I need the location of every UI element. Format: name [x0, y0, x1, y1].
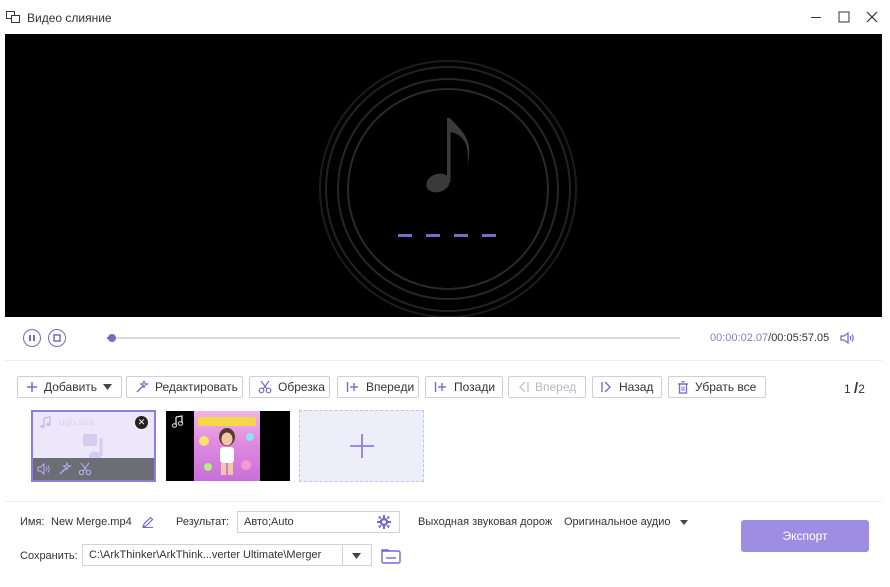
plus-icon — [27, 382, 37, 392]
merge-app-icon — [6, 11, 20, 23]
music-note-icon — [426, 118, 470, 193]
add-clip-button[interactable] — [299, 410, 424, 482]
playback-controls: 00:00:02.07/00:05:57.05 — [0, 318, 890, 360]
chevron-down-icon[interactable] — [103, 384, 113, 390]
add-button-label: Добавить — [44, 380, 98, 394]
audio-track-select[interactable]: Оригинальное аудио — [555, 511, 688, 533]
result-format-field[interactable]: Авто;Auto — [237, 511, 400, 533]
audio-track-value: Оригинальное аудио — [564, 516, 671, 528]
clip-strip: ugo.ssa ✕ — [0, 410, 890, 482]
remove-all-label: Убрать все — [695, 380, 757, 394]
total-time: 00:05:57.05 — [771, 332, 830, 344]
audio-track-label: Выходная звуковая дорожк — [418, 516, 552, 528]
scissors-icon[interactable] — [78, 462, 92, 476]
remove-clip-button[interactable]: ✕ — [135, 416, 148, 429]
insert-after-label: Позади — [454, 380, 496, 394]
save-path-value: C:\ArkThinker\ArkThink...verter Ultimate… — [89, 549, 322, 561]
trim-button[interactable]: Обрезка — [249, 376, 330, 398]
result-label: Результат: — [176, 516, 230, 528]
save-path-field[interactable]: C:\ArkThinker\ArkThink...verter Ultimate… — [82, 544, 372, 566]
minimize-button[interactable] — [806, 8, 826, 26]
divider — [342, 545, 343, 565]
stop-icon — [53, 334, 61, 342]
output-name: New Merge.mp4 — [51, 516, 132, 528]
folder-icon[interactable] — [381, 548, 401, 564]
music-note-icon — [40, 416, 51, 429]
gear-icon[interactable] — [377, 515, 391, 529]
plus-icon — [349, 434, 374, 458]
scissors-icon — [258, 380, 272, 394]
clip-name: ugo.ssa — [59, 417, 95, 428]
arrow-left-icon — [519, 381, 529, 393]
maximize-button[interactable] — [834, 8, 854, 26]
clip-item-2[interactable] — [166, 411, 290, 481]
pencil-icon[interactable] — [142, 516, 154, 528]
move-forward-button[interactable]: Вперед — [508, 376, 586, 398]
title-bar: Видео слияние — [0, 0, 890, 34]
volume-icon[interactable] — [37, 463, 51, 475]
minimize-icon — [811, 17, 821, 18]
pause-icon — [29, 335, 35, 341]
page-current: 1 — [844, 382, 851, 396]
remove-all-button[interactable]: Убрать все — [668, 376, 766, 398]
insert-after-button[interactable]: Позади — [425, 376, 503, 398]
clip-actions-bar — [33, 458, 154, 480]
current-time: 00:00:02.07 — [710, 332, 769, 344]
music-note-icon — [171, 415, 184, 428]
close-button[interactable] — [862, 8, 882, 26]
result-format-value: Авто;Auto — [244, 516, 294, 528]
move-back-label: Назад — [619, 380, 654, 394]
progress-slider[interactable] — [107, 334, 680, 342]
maximize-icon — [838, 11, 850, 23]
clip-item-1[interactable]: ugo.ssa ✕ — [31, 410, 156, 482]
magic-wand-icon — [136, 380, 149, 393]
output-settings: Имя: New Merge.mp4 Результат: Авто;Auto … — [0, 502, 890, 587]
move-forward-label: Вперед — [535, 380, 577, 394]
save-label: Сохранить: — [20, 550, 78, 562]
magic-wand-icon[interactable] — [58, 462, 72, 476]
close-icon — [866, 11, 878, 23]
chevron-down-icon — [680, 520, 688, 525]
thumbnail-artwork — [198, 417, 256, 475]
edit-button-label: Редактировать — [155, 380, 238, 394]
trash-icon — [678, 380, 688, 394]
page-indicator: 1 /2 — [844, 380, 865, 397]
loading-dashes — [398, 234, 496, 237]
window-title: Видео слияние — [27, 11, 112, 25]
trim-button-label: Обрезка — [278, 380, 325, 394]
edit-button[interactable]: Редактировать — [126, 376, 243, 398]
volume-icon[interactable] — [840, 331, 856, 345]
insert-before-label: Вперeди — [366, 380, 415, 394]
pause-button[interactable] — [23, 329, 41, 347]
export-button[interactable]: Экспорт — [741, 520, 869, 552]
chevron-down-icon[interactable] — [352, 553, 361, 559]
audio-placeholder-graphic — [319, 60, 577, 317]
stop-button[interactable] — [48, 329, 66, 347]
divider — [5, 360, 882, 361]
add-button[interactable]: Добавить — [17, 376, 122, 398]
clip-toolbar: Добавить Редактировать Обрезка Вперeди П… — [0, 376, 890, 398]
name-label: Имя: — [20, 516, 45, 528]
insert-before-icon — [346, 382, 358, 392]
progress-handle[interactable] — [108, 334, 116, 342]
move-back-button[interactable]: Назад — [592, 376, 662, 398]
arrow-right-icon — [601, 381, 611, 393]
insert-before-button[interactable]: Вперeди — [337, 376, 419, 398]
page-total: 2 — [858, 382, 865, 396]
video-preview — [5, 34, 882, 317]
time-display: 00:00:02.07/00:05:57.05 — [710, 332, 829, 344]
insert-after-icon — [434, 382, 446, 392]
video-thumbnail — [194, 411, 260, 481]
